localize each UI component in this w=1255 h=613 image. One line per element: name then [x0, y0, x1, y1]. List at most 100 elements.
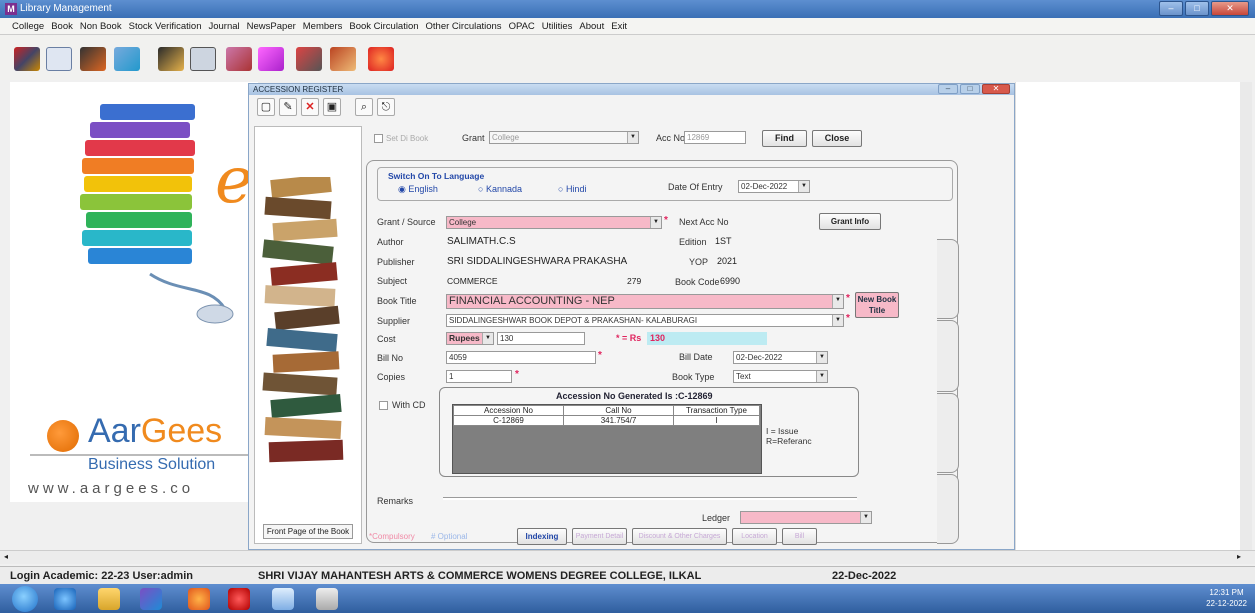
side-tab-1[interactable]: [937, 239, 959, 319]
display-icon[interactable]: [190, 47, 216, 71]
bill-no-input[interactable]: 4059: [446, 351, 596, 364]
books-icon[interactable]: [14, 47, 40, 71]
side-tab-4[interactable]: [937, 474, 959, 544]
cost-input[interactable]: 130: [497, 332, 585, 345]
copies-label: Copies: [377, 372, 406, 382]
menu-journal[interactable]: Journal: [208, 18, 244, 34]
set-di-book-checkbox[interactable]: [374, 134, 383, 143]
rs-value: 130: [647, 332, 767, 345]
chevron-down-icon: ▼: [627, 132, 638, 143]
save-icon[interactable]: ▣: [323, 98, 341, 116]
indexing-button[interactable]: Indexing: [517, 528, 567, 545]
acc-no-input[interactable]: 12869: [684, 131, 746, 144]
book-title-select[interactable]: FINANCIAL ACCOUNTING - NEP ▼: [446, 294, 844, 309]
system-clock[interactable]: 12:31 PM 22-12-2022: [1206, 587, 1247, 609]
grant-info-button[interactable]: Grant Info: [819, 213, 881, 230]
menu-book-circulation[interactable]: Book Circulation: [349, 18, 423, 34]
scroll-left-icon[interactable]: ◂: [4, 552, 8, 561]
acc-no-label: Acc No: [656, 133, 686, 143]
ie-icon[interactable]: [54, 588, 76, 610]
supplier-select[interactable]: SIDDALINGESHWAR BOOK DEPOT & PRAKASHAN- …: [446, 314, 844, 327]
tools-icon[interactable]: [296, 47, 322, 71]
side-tab-3[interactable]: [937, 393, 959, 473]
child-minimize-button[interactable]: –: [938, 84, 958, 94]
login-status: Login Academic: 22-23 User:admin: [10, 570, 193, 582]
network-icon[interactable]: [114, 47, 140, 71]
media-icon[interactable]: [140, 588, 162, 610]
remarks-input[interactable]: [443, 497, 857, 500]
location-button[interactable]: Location: [732, 528, 777, 545]
lang-hindi-radio[interactable]: ○ Hindi: [558, 184, 586, 194]
yop-label: YOP: [689, 257, 709, 267]
child-toolbar: ▢ ✎ ✕ ▣ ⌕ ⎋: [257, 98, 395, 116]
circulation-icon[interactable]: [226, 47, 252, 71]
bill-no-label: Bill No: [377, 353, 404, 363]
minimize-button[interactable]: –: [1159, 1, 1183, 16]
required-marker: *: [846, 313, 850, 324]
find-button[interactable]: Find: [762, 130, 807, 147]
copies-input[interactable]: 1: [446, 370, 512, 383]
menu-newspaper[interactable]: NewsPaper: [247, 18, 301, 34]
delete-icon[interactable]: ✕: [301, 98, 319, 116]
register-icon[interactable]: [46, 47, 72, 71]
child-window-controls: – □ ✕: [938, 84, 1010, 94]
ledger-select[interactable]: ▼: [740, 511, 872, 524]
search-icon[interactable]: ⌕: [355, 98, 373, 116]
lang-kannada-radio[interactable]: ○ Kannada: [478, 184, 522, 194]
horizontal-scrollbar[interactable]: ◂ ▸: [0, 550, 1255, 564]
menu-stock-verification[interactable]: Stock Verification: [129, 18, 207, 34]
menu-college[interactable]: College: [12, 18, 49, 34]
exit-door-icon[interactable]: ⎋: [377, 98, 395, 116]
edit-icon[interactable]: ✎: [279, 98, 297, 116]
close-button[interactable]: Close: [812, 130, 862, 147]
book-code-label: Book Code: [675, 277, 720, 287]
lang-english-radio[interactable]: ◉ English: [398, 184, 438, 195]
close-window-button[interactable]: ✕: [1211, 1, 1249, 16]
library-app-icon[interactable]: [272, 588, 294, 610]
grant-select[interactable]: College ▼: [489, 131, 639, 144]
language-heading: Switch On To Language: [388, 171, 485, 181]
book-type-label: Book Type: [672, 372, 715, 382]
start-button[interactable]: [12, 586, 38, 612]
book-type-select[interactable]: Text ▼: [733, 370, 828, 383]
folder-icon[interactable]: [98, 588, 120, 610]
menu-other-circulations[interactable]: Other Circulations: [426, 18, 507, 34]
side-tab-2[interactable]: [937, 320, 959, 392]
book-outline-icon[interactable]: [258, 47, 284, 71]
new-book-title-button[interactable]: New Book Title: [855, 292, 899, 318]
subject-label: Subject: [377, 276, 408, 286]
payment-detail-button[interactable]: Payment Detail: [572, 528, 627, 545]
table-row[interactable]: C-12869 341.754/7 I: [453, 415, 760, 426]
menu-utilities[interactable]: Utilities: [542, 18, 578, 34]
document-icon[interactable]: [316, 588, 338, 610]
scroll-right-icon[interactable]: ▸: [1237, 552, 1241, 561]
grant-source-select[interactable]: College ▼: [446, 216, 662, 229]
opera-icon[interactable]: [228, 588, 250, 610]
user-icon[interactable]: [158, 47, 184, 71]
status-bar: Login Academic: 22-23 User:admin SHRI VI…: [0, 566, 1255, 584]
maximize-button[interactable]: □: [1185, 1, 1209, 16]
menu-about[interactable]: About: [579, 18, 609, 34]
currency-select[interactable]: Rupees ▼: [446, 332, 494, 345]
date-of-entry-picker[interactable]: 02-Dec-2022 ▼: [738, 180, 810, 193]
table-cell: 341.754/7: [563, 415, 674, 426]
new-icon[interactable]: ▢: [257, 98, 275, 116]
menu-members[interactable]: Members: [303, 18, 348, 34]
menu-non-book[interactable]: Non Book: [80, 18, 127, 34]
bill-button[interactable]: Bill: [782, 528, 817, 545]
menu-opac[interactable]: OPAC: [509, 18, 540, 34]
menu-book[interactable]: Book: [51, 18, 78, 34]
return-icon[interactable]: [330, 47, 356, 71]
exit-icon[interactable]: [368, 47, 394, 71]
child-close-button[interactable]: ✕: [982, 84, 1010, 94]
vertical-scrollbar[interactable]: [1240, 82, 1252, 550]
chevron-down-icon: ▼: [816, 371, 827, 382]
bill-date-picker[interactable]: 02-Dec-2022 ▼: [733, 351, 828, 364]
with-cd-checkbox[interactable]: [379, 401, 388, 410]
menu-exit[interactable]: Exit: [611, 18, 632, 34]
child-maximize-button[interactable]: □: [960, 84, 980, 94]
discount-charges-button[interactable]: Discount & Other Charges: [632, 528, 727, 545]
chevron-down-icon: ▼: [832, 295, 843, 308]
firefox-icon[interactable]: [188, 588, 210, 610]
member-icon[interactable]: [80, 47, 106, 71]
